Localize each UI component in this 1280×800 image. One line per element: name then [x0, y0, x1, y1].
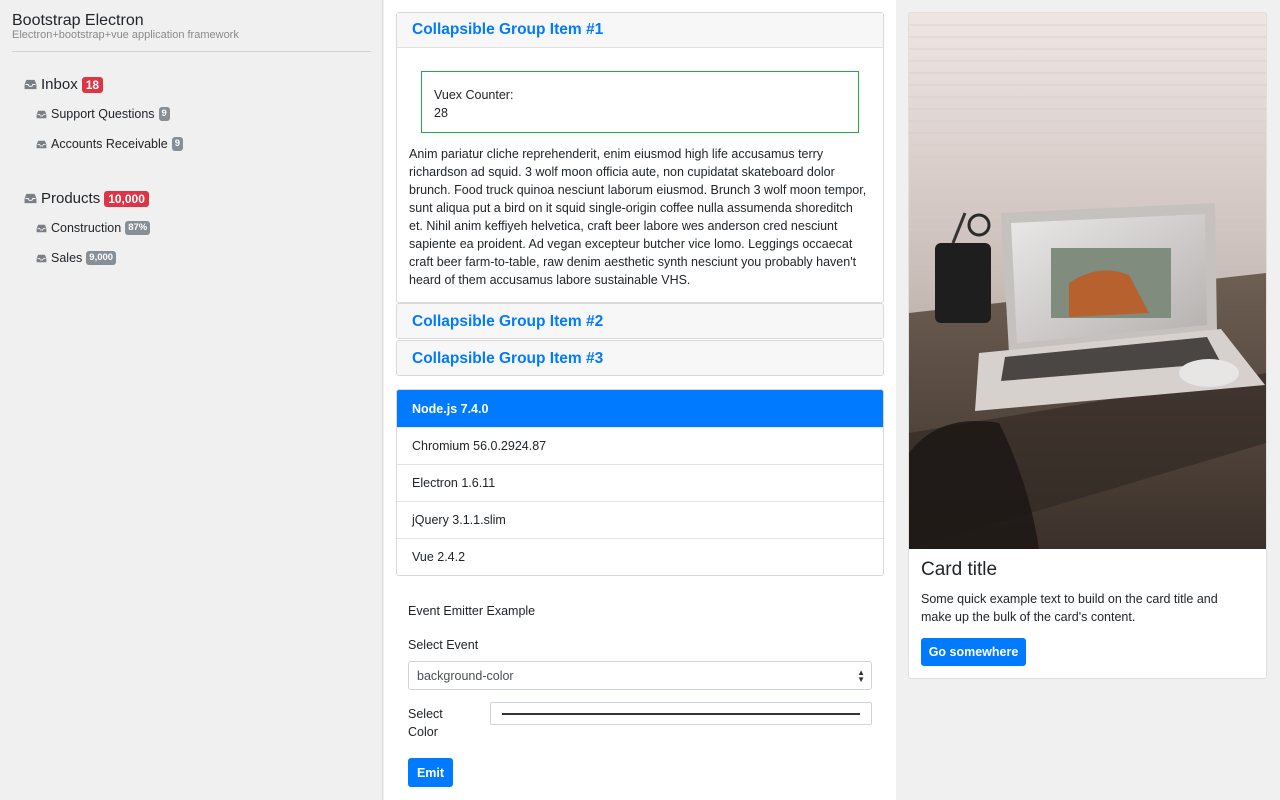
go-somewhere-button[interactable]: Go somewhere [921, 638, 1026, 666]
list-item[interactable]: Electron 1.6.11 [397, 464, 883, 501]
app-subtitle: Electron+bootstrap+vue application frame… [12, 29, 239, 41]
accordion-item-2: Collapsible Group Item #2 [396, 303, 884, 339]
color-swatch [502, 712, 860, 715]
accordion-header-1[interactable]: Collapsible Group Item #1 [397, 13, 883, 47]
inbox-tray-icon [36, 140, 47, 148]
sidebar-item-label: Sales [51, 251, 83, 265]
versions-list: Node.js 7.4.0 Chromium 56.0.2924.87 Elec… [396, 389, 884, 576]
sidebar-item-inbox[interactable]: Inbox 18 [24, 76, 104, 93]
list-item[interactable]: Chromium 56.0.2924.87 [397, 427, 883, 464]
emitter-title: Event Emitter Example [408, 604, 536, 618]
count-badge: 10,000 [104, 190, 149, 207]
inbox-tray-icon [36, 224, 47, 232]
event-select-value: background-color [417, 668, 514, 683]
event-select[interactable]: background-color ▲ ▼ [408, 661, 872, 690]
sidebar-item-label: Construction [51, 221, 122, 235]
accordion-toggle-link[interactable]: Collapsible Group Item #1 [412, 21, 603, 39]
inbox-tray-icon [24, 79, 37, 90]
accordion-item-3: Collapsible Group Item #3 [396, 340, 884, 376]
select-color-label: Select Color [408, 707, 443, 739]
app-title: Bootstrap Electron [12, 12, 144, 29]
count-badge: 87% [125, 221, 151, 235]
inbox-tray-icon [36, 110, 47, 118]
list-item[interactable]: Vue 2.4.2 [397, 538, 883, 575]
accordion-toggle-link[interactable]: Collapsible Group Item #3 [412, 350, 603, 368]
accordion-header-2[interactable]: Collapsible Group Item #2 [397, 304, 883, 338]
accordion-item-1: Collapsible Group Item #1 Vuex Counter: … [396, 12, 884, 303]
sidebar-item-label: Inbox [41, 76, 78, 93]
main-content: Collapsible Group Item #1 Vuex Counter: … [384, 0, 896, 800]
list-item[interactable]: Node.js 7.4.0 [397, 390, 883, 427]
sidebar-item-construction[interactable]: Construction 87% [36, 221, 151, 235]
card-text: Some quick example text to build on the … [921, 592, 1218, 624]
select-arrows-icon: ▲ ▼ [857, 668, 865, 684]
inbox-tray-icon [36, 254, 47, 262]
sidebar-item-products[interactable]: Products 10,000 [24, 190, 149, 207]
inbox-tray-icon [24, 193, 37, 204]
count-badge: 9 [158, 107, 170, 121]
counter-value: 28 [434, 106, 448, 120]
sidebar-item-support-questions[interactable]: Support Questions 9 [36, 107, 170, 121]
counter-label: Vuex Counter: [434, 88, 514, 102]
card-image-laptop [909, 13, 1266, 549]
sidebar-item-accounts-receivable[interactable]: Accounts Receivable 9 [36, 137, 184, 151]
brand: Bootstrap Electron Electron+bootstrap+vu… [12, 11, 239, 41]
accordion-toggle-link[interactable]: Collapsible Group Item #2 [412, 313, 603, 331]
list-item[interactable]: jQuery 3.1.1.slim [397, 501, 883, 538]
accordion-body-text: Anim pariatur cliche reprehenderit, enim… [409, 147, 867, 287]
sidebar-divider [12, 51, 371, 52]
color-picker-input[interactable] [490, 702, 872, 725]
sidebar: Bootstrap Electron Electron+bootstrap+vu… [0, 0, 383, 800]
sidebar-item-sales[interactable]: Sales 9,000 [36, 251, 117, 265]
sidebar-item-label: Support Questions [51, 107, 155, 121]
count-badge: 9,000 [86, 251, 117, 265]
sidebar-item-label: Accounts Receivable [51, 137, 168, 151]
count-badge: 18 [81, 76, 104, 93]
count-badge: 9 [171, 137, 184, 151]
sidebar-item-label: Products [41, 190, 101, 207]
emit-button[interactable]: Emit [408, 758, 453, 787]
accordion-body-1: Vuex Counter: 28 Anim pariatur cliche re… [397, 47, 883, 287]
accordion-header-3[interactable]: Collapsible Group Item #3 [397, 341, 883, 375]
card: Card title Some quick example text to bu… [908, 12, 1267, 679]
card-title: Card title [921, 559, 998, 580]
vuex-counter-box: Vuex Counter: 28 [421, 71, 859, 133]
select-event-label: Select Event [408, 638, 479, 652]
